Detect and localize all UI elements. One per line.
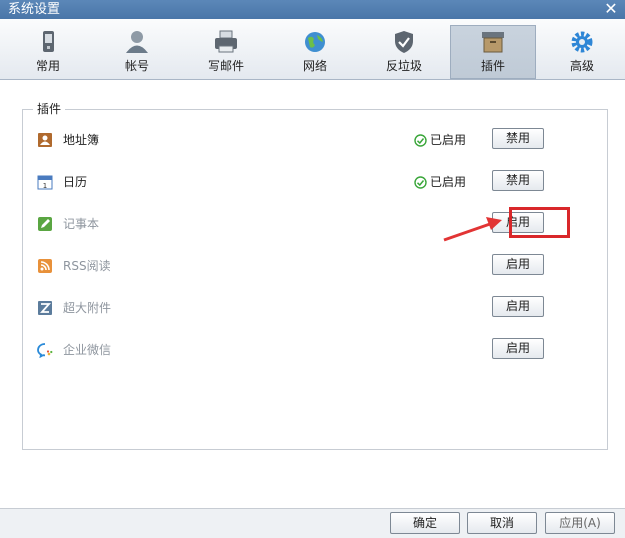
svg-text:1: 1: [43, 182, 47, 190]
box-icon: [482, 32, 504, 53]
wechat-work-icon: [37, 343, 53, 358]
plugin-row-calendar: 1 日历 已启用 禁用: [34, 170, 564, 194]
rss-icon: [38, 259, 52, 273]
plugin-row-rss: RSS阅读 启用: [34, 254, 564, 278]
tab-network[interactable]: 网络: [272, 26, 358, 78]
disable-address-book-button[interactable]: 禁用: [492, 128, 544, 149]
plugin-status: 已启用: [414, 174, 466, 190]
tab-plugins[interactable]: 插件: [450, 25, 536, 79]
settings-window: 系统设置 ✕ 常用 帐号 写邮件 网络 反垃圾 插件 高级 插件 地址簿 已启用…: [0, 0, 625, 538]
plugin-name: 记事本: [63, 217, 100, 231]
tab-account[interactable]: 帐号: [94, 26, 180, 78]
annotation-arrow-icon: [443, 217, 502, 242]
apply-button[interactable]: 应用(A): [545, 512, 615, 534]
plugin-name: 日历: [63, 175, 88, 189]
attachment-icon: [38, 301, 52, 315]
printer-icon: [215, 30, 237, 53]
notepad-icon: [38, 217, 52, 231]
ok-button[interactable]: 确定: [390, 512, 460, 534]
calendar-icon: 1: [37, 175, 53, 190]
globe-icon: [305, 32, 325, 52]
plugin-status-text: 已启用: [430, 175, 467, 189]
title-bar: 系统设置 ✕: [0, 0, 625, 19]
tab-advanced[interactable]: 高级: [539, 26, 625, 78]
shield-icon: [395, 31, 413, 53]
check-circle-icon: [414, 134, 427, 147]
plugin-status: 已启用: [414, 132, 466, 148]
plugin-row-large-attachment: 超大附件 启用: [34, 296, 564, 320]
address-book-icon: [38, 133, 52, 147]
plugins-group-title: 插件: [33, 101, 66, 117]
settings-tabs: 常用 帐号 写邮件 网络 反垃圾 插件 高级: [0, 19, 625, 80]
enable-wechat-work-button[interactable]: 启用: [492, 338, 544, 359]
plugin-row-address-book: 地址簿 已启用 禁用: [34, 128, 564, 152]
tab-general[interactable]: 常用: [5, 26, 91, 78]
plugins-group: 插件: [22, 101, 608, 450]
plugin-status-text: 已启用: [430, 133, 467, 147]
plugins-panel: 插件 地址簿 已启用 禁用 1 日历 已启用 禁用 记事本 启用 RSS阅读 启…: [0, 80, 625, 508]
user-icon: [126, 31, 148, 53]
disable-calendar-button[interactable]: 禁用: [492, 170, 544, 191]
annotation-highlight-box: [509, 207, 570, 238]
window-title: 系统设置: [8, 2, 61, 17]
plugin-name: 超大附件: [63, 301, 112, 315]
check-circle-icon: [414, 176, 427, 189]
cancel-button[interactable]: 取消: [467, 512, 537, 534]
plugin-name: 企业微信: [63, 343, 112, 357]
tab-compose[interactable]: 写邮件: [183, 26, 269, 78]
plugin-name: RSS阅读: [63, 259, 111, 273]
gear-icon: [571, 31, 593, 53]
close-button[interactable]: ✕: [603, 0, 619, 18]
plugin-name: 地址簿: [63, 133, 100, 147]
dialog-footer: 确定 取消 应用(A): [0, 508, 625, 538]
enable-rss-button[interactable]: 启用: [492, 254, 544, 275]
phone-icon: [43, 31, 54, 52]
enable-large-attachment-button[interactable]: 启用: [492, 296, 544, 317]
plugin-row-wechat-work: 企业微信 启用: [34, 338, 564, 362]
tab-antispam[interactable]: 反垃圾: [361, 26, 447, 78]
